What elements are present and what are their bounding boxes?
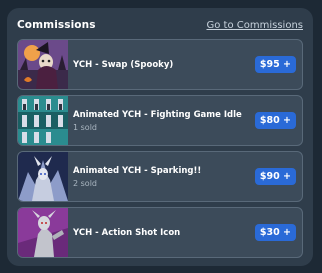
price-button[interactable]: $30 + bbox=[254, 224, 296, 241]
commission-item[interactable]: YCH - Swap (Spooky) $95 + bbox=[17, 39, 303, 90]
spooky-witch-artwork-icon bbox=[18, 40, 68, 89]
go-to-commissions-link[interactable]: Go to Commissions bbox=[207, 20, 304, 31]
sparking-character-artwork-icon bbox=[18, 152, 68, 201]
commissions-card: Commissions Go to Commissions YCH - Swap… bbox=[7, 8, 313, 266]
item-name: YCH - Action Shot Icon bbox=[73, 227, 181, 238]
item-info: YCH - Swap (Spooky) bbox=[73, 40, 173, 89]
item-info: Animated YCH - Sparking!! 2 sold bbox=[73, 152, 201, 201]
fighting-game-sprite-sheet-icon bbox=[18, 96, 68, 145]
spooky-witch-thumbnail bbox=[18, 40, 68, 89]
item-name: Animated YCH - Sparking!! bbox=[73, 165, 202, 176]
commission-item[interactable]: YCH - Action Shot Icon $30 + bbox=[17, 207, 303, 258]
card-header: Commissions Go to Commissions bbox=[17, 16, 303, 34]
item-name: Animated YCH - Fighting Game Idle bbox=[73, 109, 242, 120]
price-button[interactable]: $80 + bbox=[254, 112, 296, 129]
item-name: YCH - Swap (Spooky) bbox=[73, 59, 174, 70]
commission-list: YCH - Swap (Spooky) $95 + Animated YCH -… bbox=[17, 39, 303, 263]
item-info: YCH - Action Shot Icon bbox=[73, 208, 180, 257]
action-shot-thumbnail bbox=[18, 208, 68, 257]
card-title: Commissions bbox=[17, 19, 96, 31]
commission-item[interactable]: Animated YCH - Sparking!! 2 sold $90 + bbox=[17, 151, 303, 202]
item-info: Animated YCH - Fighting Game Idle 1 sold bbox=[73, 96, 242, 145]
item-sold-count: 2 sold bbox=[73, 178, 97, 188]
item-sold-count: 1 sold bbox=[73, 122, 97, 132]
action-shot-character-artwork-icon bbox=[18, 208, 68, 257]
commission-item[interactable]: Animated YCH - Fighting Game Idle 1 sold… bbox=[17, 95, 303, 146]
fighting-game-thumbnail bbox=[18, 96, 68, 145]
sparking-thumbnail bbox=[18, 152, 68, 201]
price-button[interactable]: $90 + bbox=[254, 168, 296, 185]
price-button[interactable]: $95 + bbox=[254, 56, 296, 73]
